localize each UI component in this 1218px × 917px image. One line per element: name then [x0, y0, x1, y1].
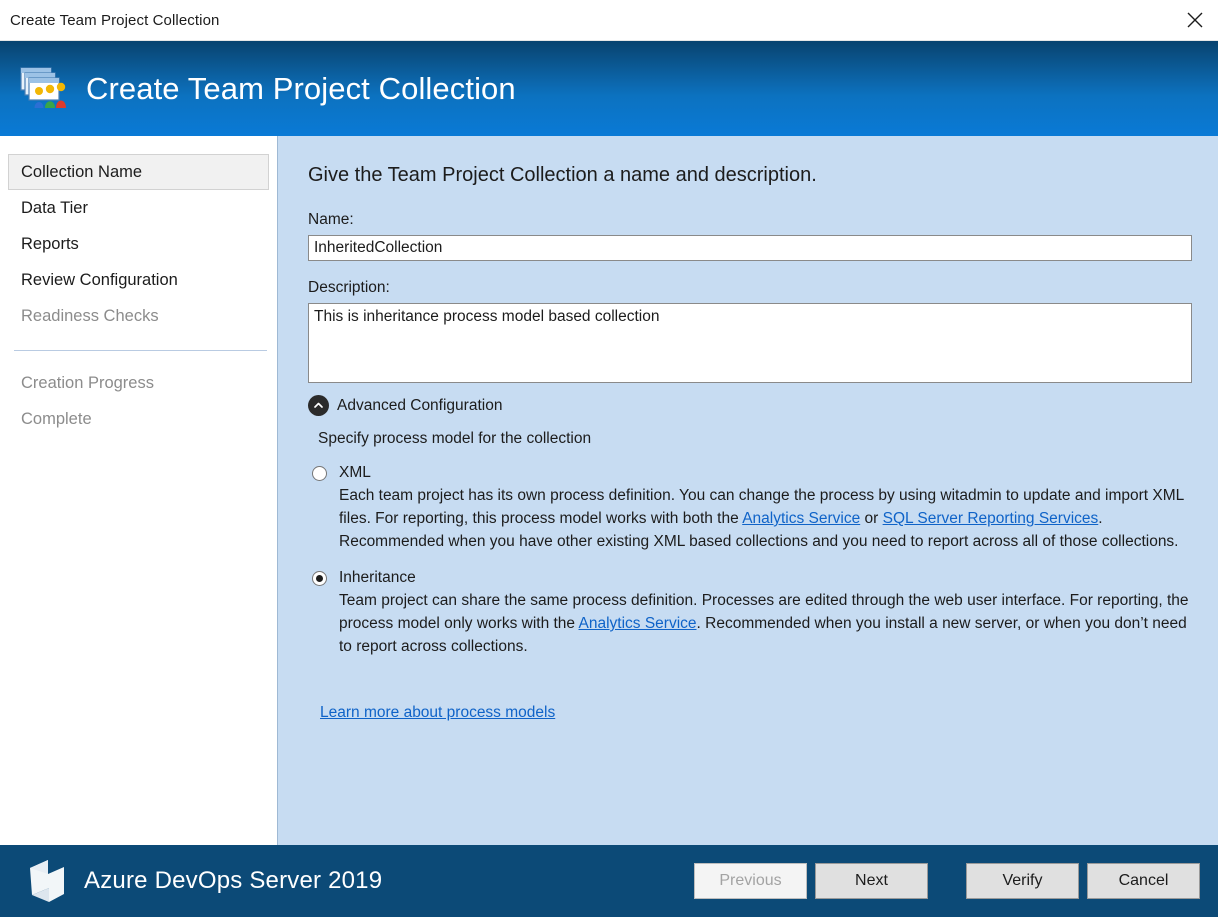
- option-description-inheritance: Team project can share the same process …: [339, 589, 1195, 658]
- sidebar-item-label: Complete: [21, 410, 92, 428]
- sidebar-item-complete: Complete: [8, 401, 269, 437]
- dialog-body: Collection Name Data Tier Reports Review…: [0, 136, 1218, 845]
- process-model-subtitle: Specify process model for the collection: [318, 430, 1195, 448]
- option-label-inheritance: Inheritance: [339, 567, 1195, 588]
- sidebar-item-label: Collection Name: [21, 163, 142, 181]
- team-project-collection-icon: [18, 65, 70, 113]
- option-label-xml: XML: [339, 462, 1195, 483]
- sidebar-item-label: Data Tier: [21, 199, 88, 217]
- next-button[interactable]: Next: [815, 863, 928, 899]
- close-button[interactable]: [1172, 1, 1218, 40]
- azure-devops-logo: [18, 854, 72, 908]
- sql-server-reporting-services-link[interactable]: SQL Server Reporting Services: [883, 510, 1099, 527]
- advanced-configuration-toggle[interactable]: Advanced Configuration: [308, 395, 1195, 416]
- product-name: Azure DevOps Server 2019: [84, 867, 382, 895]
- sidebar-item-label: Review Configuration: [21, 271, 178, 289]
- window-titlebar: Create Team Project Collection: [0, 0, 1218, 41]
- process-model-option-inheritance[interactable]: Inheritance Team project can share the s…: [308, 567, 1195, 658]
- option-description-xml: Each team project has its own process de…: [339, 484, 1195, 553]
- collection-description-input[interactable]: [308, 303, 1192, 383]
- collection-name-panel: Give the Team Project Collection a name …: [278, 136, 1218, 845]
- learn-more-process-models-link[interactable]: Learn more about process models: [320, 704, 555, 721]
- cancel-button[interactable]: Cancel: [1087, 863, 1200, 899]
- radio-inheritance[interactable]: [312, 571, 327, 586]
- option-desc-text: or: [860, 510, 882, 527]
- dialog-header: Create Team Project Collection: [0, 41, 1218, 136]
- page-title: Give the Team Project Collection a name …: [308, 164, 1195, 187]
- wizard-step-sidebar: Collection Name Data Tier Reports Review…: [0, 136, 278, 845]
- collection-name-input[interactable]: [308, 235, 1192, 261]
- description-label: Description:: [308, 279, 1195, 297]
- advanced-configuration-label: Advanced Configuration: [337, 397, 502, 415]
- sidebar-item-reports[interactable]: Reports: [8, 226, 269, 262]
- header-title: Create Team Project Collection: [86, 71, 516, 107]
- close-icon: [1186, 11, 1204, 29]
- window-title: Create Team Project Collection: [0, 12, 219, 29]
- chevron-up-icon: [308, 395, 329, 416]
- sidebar-item-label: Readiness Checks: [21, 307, 159, 325]
- sidebar-divider: [14, 350, 267, 351]
- radio-xml[interactable]: [312, 466, 327, 481]
- name-label: Name:: [308, 211, 1195, 229]
- sidebar-item-data-tier[interactable]: Data Tier: [8, 190, 269, 226]
- sidebar-item-readiness-checks: Readiness Checks: [8, 298, 269, 334]
- analytics-service-link[interactable]: Analytics Service: [742, 510, 860, 527]
- dialog-footer: Azure DevOps Server 2019 Previous Next V…: [0, 845, 1218, 917]
- create-team-project-collection-dialog: Create Team Project Collection: [0, 0, 1218, 917]
- sidebar-item-label: Reports: [21, 235, 79, 253]
- sidebar-item-collection-name[interactable]: Collection Name: [8, 154, 269, 190]
- analytics-service-link[interactable]: Analytics Service: [579, 615, 697, 632]
- sidebar-item-creation-progress: Creation Progress: [8, 365, 269, 401]
- product-brand: Azure DevOps Server 2019: [18, 854, 686, 908]
- sidebar-item-label: Creation Progress: [21, 374, 154, 392]
- verify-button[interactable]: Verify: [966, 863, 1079, 899]
- process-model-option-xml[interactable]: XML Each team project has its own proces…: [308, 462, 1195, 553]
- sidebar-item-review-configuration[interactable]: Review Configuration: [8, 262, 269, 298]
- previous-button[interactable]: Previous: [694, 863, 807, 899]
- footer-button-group: Previous Next Verify Cancel: [686, 863, 1200, 899]
